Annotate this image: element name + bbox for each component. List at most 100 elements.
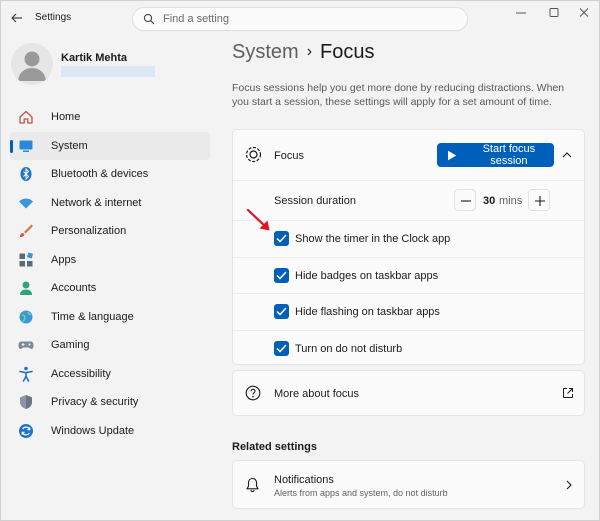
breadcrumb-separator: › xyxy=(306,43,313,60)
wifi-icon xyxy=(19,198,33,209)
notifications-title: Notifications xyxy=(274,474,334,486)
related-settings-heading: Related settings xyxy=(232,441,317,453)
open-external-icon xyxy=(563,388,573,398)
play-icon xyxy=(447,150,457,160)
plus-icon xyxy=(535,196,545,206)
checkmark-icon xyxy=(276,234,287,243)
more-about-focus-label: More about focus xyxy=(274,388,359,400)
sidebar-item-label: Apps xyxy=(51,253,77,266)
page-title: Focus xyxy=(320,41,375,63)
bluetooth-icon xyxy=(20,167,32,182)
notifications-subtitle: Alerts from apps and system, do not dist… xyxy=(274,488,448,498)
annotation-arrow-icon xyxy=(246,208,270,231)
title-bar: Settings xyxy=(1,1,599,35)
focus-card: Focus Start focus session Session durati… xyxy=(232,129,585,365)
hide-flashing-checkbox[interactable] xyxy=(274,304,289,319)
settings-window: Settings Kartik Mehta xyxy=(0,0,600,521)
sidebar-item-apps[interactable]: Apps xyxy=(10,246,210,275)
duration-unit: mins xyxy=(499,195,523,207)
sidebar-item-label: System xyxy=(51,139,88,152)
accessibility-icon xyxy=(19,366,33,382)
option-row-hide-badges: Hide badges on taskbar apps xyxy=(233,256,584,294)
more-about-focus-link[interactable]: More about focus xyxy=(232,370,585,416)
system-icon xyxy=(19,140,33,152)
option-row-hide-flashing: Hide flashing on taskbar apps xyxy=(233,293,584,330)
sidebar-item-time-language[interactable]: Time & language xyxy=(10,303,210,332)
sidebar-item-windows-update[interactable]: Windows Update xyxy=(10,417,210,446)
gamepad-icon xyxy=(18,341,34,350)
user-profile[interactable]: Kartik Mehta xyxy=(11,43,211,87)
minus-icon xyxy=(461,200,471,202)
decrease-duration-button[interactable] xyxy=(454,189,476,211)
search-icon xyxy=(143,13,155,25)
notifications-link[interactable]: Notifications Alerts from apps and syste… xyxy=(232,460,585,509)
focus-header[interactable]: Focus Start focus session xyxy=(233,130,584,180)
checkmark-icon xyxy=(276,307,287,316)
home-icon xyxy=(19,111,33,124)
avatar xyxy=(11,43,53,85)
sidebar-item-label: Network & internet xyxy=(51,196,142,209)
sidebar-item-network[interactable]: Network & internet xyxy=(10,189,210,218)
update-icon xyxy=(19,423,33,438)
session-duration-label: Session duration xyxy=(274,195,356,207)
sidebar-item-gaming[interactable]: Gaming xyxy=(10,331,210,360)
sidebar-item-accessibility[interactable]: Accessibility xyxy=(10,360,210,389)
start-focus-session-label: Start focus session xyxy=(482,143,536,167)
option-label: Show the timer in the Clock app xyxy=(295,233,451,245)
checkmark-icon xyxy=(276,343,287,353)
breadcrumb: System › Focus xyxy=(232,41,374,64)
page-description: Focus sessions help you get more done by… xyxy=(232,82,565,108)
focus-clock-icon xyxy=(245,146,262,163)
option-label: Hide badges on taskbar apps xyxy=(295,269,439,282)
app-title: Settings xyxy=(35,12,72,23)
option-label: Turn on do not disturb xyxy=(295,342,403,355)
sidebar-item-label: Windows Update xyxy=(51,424,135,437)
bell-icon xyxy=(246,477,259,493)
back-arrow-icon[interactable] xyxy=(9,10,25,26)
globe-icon xyxy=(19,310,33,324)
do-not-disturb-checkbox[interactable] xyxy=(274,340,289,356)
sidebar-item-privacy[interactable]: Privacy & security xyxy=(10,388,210,417)
start-focus-session-button[interactable]: Start focus session xyxy=(437,143,554,167)
sidebar-item-bluetooth[interactable]: Bluetooth & devices xyxy=(10,160,210,189)
option-label: Hide flashing on taskbar apps xyxy=(295,306,440,318)
sidebar-item-label: Personalization xyxy=(51,225,127,238)
sidebar-item-accounts[interactable]: Accounts xyxy=(10,274,210,303)
sidebar-item-label: Time & language xyxy=(51,310,134,323)
show-timer-checkbox[interactable] xyxy=(274,231,289,246)
increase-duration-button[interactable] xyxy=(528,189,550,211)
sidebar-item-label: Accounts xyxy=(51,282,97,295)
sidebar-item-label: Accessibility xyxy=(51,367,111,380)
checkmark-icon xyxy=(276,270,287,280)
option-row-show-timer: Show the timer in the Clock app xyxy=(233,220,584,257)
user-avatar-icon xyxy=(18,51,46,81)
close-icon[interactable] xyxy=(572,5,596,21)
focus-title: Focus xyxy=(274,150,304,162)
maximize-icon[interactable] xyxy=(542,5,566,21)
accounts-icon xyxy=(20,281,32,296)
session-duration-row: Session duration 30 mins xyxy=(233,180,584,220)
search-input[interactable] xyxy=(163,11,453,27)
breadcrumb-parent[interactable]: System xyxy=(232,41,299,63)
option-row-do-not-disturb: Turn on do not disturb xyxy=(233,329,584,367)
sidebar-item-system[interactable]: System xyxy=(10,131,210,160)
user-email-redacted xyxy=(61,66,155,77)
chevron-right-icon xyxy=(566,480,572,490)
hide-badges-checkbox[interactable] xyxy=(274,267,289,283)
sidebar-item-label: Privacy & security xyxy=(51,396,139,409)
sidebar-item-home[interactable]: Home xyxy=(10,103,210,132)
minimize-icon[interactable] xyxy=(509,5,533,21)
user-name: Kartik Mehta xyxy=(61,52,128,64)
brush-icon xyxy=(20,224,33,238)
duration-value: 30 xyxy=(483,195,496,207)
sidebar-item-personalization[interactable]: Personalization xyxy=(10,217,210,246)
sidebar-item-label: Bluetooth & devices xyxy=(51,168,149,181)
sidebar-nav: Home System Bluetooth & devices Network … xyxy=(10,103,211,445)
search-box[interactable] xyxy=(132,7,468,31)
help-icon xyxy=(245,385,261,401)
chevron-up-icon[interactable] xyxy=(561,150,573,160)
sidebar-item-label: Home xyxy=(51,111,81,124)
sidebar-item-label: Gaming xyxy=(51,339,90,352)
shield-icon xyxy=(20,395,32,410)
apps-icon xyxy=(19,252,34,267)
